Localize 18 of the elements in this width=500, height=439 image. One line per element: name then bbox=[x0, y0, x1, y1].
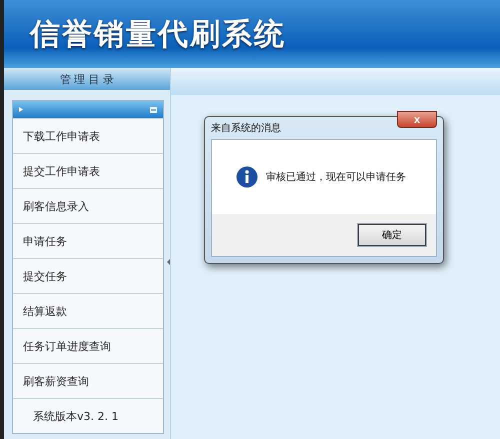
menu-item[interactable]: 申请任务 bbox=[23, 234, 67, 248]
sidebar-title: 管 理 目 录 bbox=[60, 72, 114, 86]
menu-item[interactable]: 结算返款 bbox=[23, 304, 67, 318]
dialog-message: 审核已通过，现在可以申请任务 bbox=[266, 170, 406, 184]
menu-item[interactable]: 下载工作申请表 bbox=[23, 128, 100, 144]
menu-item[interactable]: 刷客薪资查询 bbox=[23, 374, 89, 388]
dialog-title: 来自系统的消息 bbox=[211, 122, 281, 135]
ok-button[interactable]: 确定 bbox=[358, 224, 426, 246]
menu-item[interactable]: 提交工作申请表 bbox=[23, 164, 100, 178]
menu-item[interactable]: 提交任务 bbox=[23, 268, 67, 284]
arrow-icon bbox=[19, 107, 23, 112]
info-icon bbox=[236, 166, 258, 188]
menu-item[interactable]: 刷客信息录入 bbox=[23, 198, 89, 214]
menu-item[interactable]: 任务订单进度查询 bbox=[23, 338, 111, 354]
app-title: 信誉销量代刷系统 bbox=[30, 16, 286, 54]
collapse-arrow-icon[interactable] bbox=[167, 259, 170, 265]
version-text: 系统版本v3. 2. 1 bbox=[33, 408, 118, 424]
collapse-icon[interactable] bbox=[150, 106, 157, 112]
